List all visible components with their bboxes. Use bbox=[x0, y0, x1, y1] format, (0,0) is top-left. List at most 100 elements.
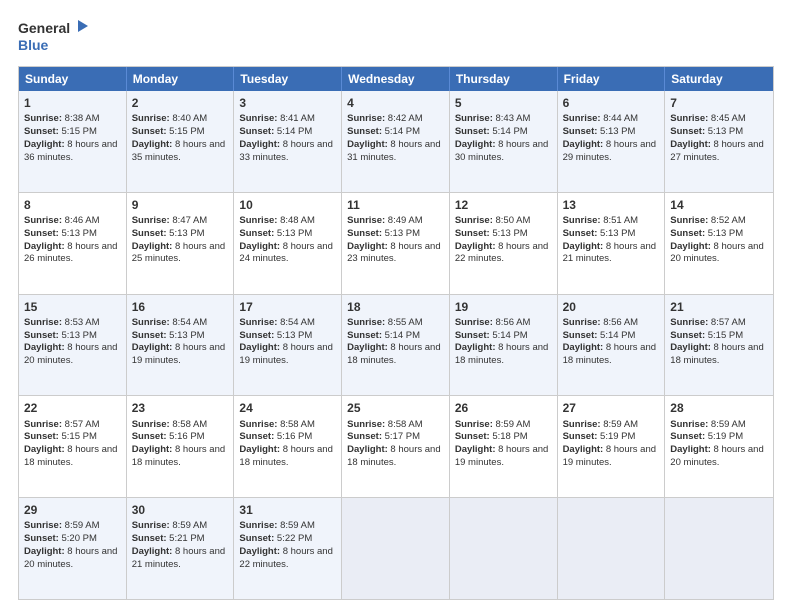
day-info-line: Daylight: 8 hours and 18 minutes. bbox=[24, 444, 121, 470]
day-info-line: Sunset: 5:13 PM bbox=[563, 126, 660, 139]
day-info-line: Sunrise: 8:58 AM bbox=[132, 419, 229, 432]
day-info-line: Daylight: 8 hours and 25 minutes. bbox=[132, 241, 229, 267]
day-number: 8 bbox=[24, 197, 121, 213]
day-info-line: Sunrise: 8:54 AM bbox=[239, 317, 336, 330]
day-number: 26 bbox=[455, 400, 552, 416]
day-info-line: Sunrise: 8:42 AM bbox=[347, 113, 444, 126]
day-info-line: Daylight: 8 hours and 18 minutes. bbox=[132, 444, 229, 470]
day-cell: 13Sunrise: 8:51 AMSunset: 5:13 PMDayligh… bbox=[558, 193, 666, 294]
day-info-line: Daylight: 8 hours and 22 minutes. bbox=[239, 546, 336, 572]
day-info-line: Sunrise: 8:56 AM bbox=[455, 317, 552, 330]
day-number: 4 bbox=[347, 95, 444, 111]
empty-cell bbox=[665, 498, 773, 599]
day-info-line: Sunset: 5:14 PM bbox=[347, 330, 444, 343]
calendar-week: 1Sunrise: 8:38 AMSunset: 5:15 PMDaylight… bbox=[19, 91, 773, 193]
day-number: 16 bbox=[132, 299, 229, 315]
day-cell: 28Sunrise: 8:59 AMSunset: 5:19 PMDayligh… bbox=[665, 396, 773, 497]
day-info-line: Sunset: 5:17 PM bbox=[347, 431, 444, 444]
day-info-line: Sunrise: 8:59 AM bbox=[670, 419, 768, 432]
day-cell: 26Sunrise: 8:59 AMSunset: 5:18 PMDayligh… bbox=[450, 396, 558, 497]
day-info-line: Sunrise: 8:50 AM bbox=[455, 215, 552, 228]
day-info-line: Sunset: 5:13 PM bbox=[670, 228, 768, 241]
day-info-line: Daylight: 8 hours and 18 minutes. bbox=[670, 342, 768, 368]
day-cell: 9Sunrise: 8:47 AMSunset: 5:13 PMDaylight… bbox=[127, 193, 235, 294]
day-number: 5 bbox=[455, 95, 552, 111]
day-number: 28 bbox=[670, 400, 768, 416]
day-info-line: Sunset: 5:13 PM bbox=[239, 330, 336, 343]
day-number: 19 bbox=[455, 299, 552, 315]
day-cell: 21Sunrise: 8:57 AMSunset: 5:15 PMDayligh… bbox=[665, 295, 773, 396]
day-info-line: Sunset: 5:13 PM bbox=[24, 330, 121, 343]
day-info-line: Daylight: 8 hours and 20 minutes. bbox=[670, 444, 768, 470]
day-info-line: Daylight: 8 hours and 18 minutes. bbox=[239, 444, 336, 470]
day-info-line: Daylight: 8 hours and 33 minutes. bbox=[239, 139, 336, 165]
day-info-line: Sunrise: 8:47 AM bbox=[132, 215, 229, 228]
day-info-line: Daylight: 8 hours and 29 minutes. bbox=[563, 139, 660, 165]
day-info-line: Sunset: 5:13 PM bbox=[563, 228, 660, 241]
day-info-line: Sunrise: 8:46 AM bbox=[24, 215, 121, 228]
day-cell: 4 Sunrise: 8:42 AMSunset: 5:14 PMDaylight… bbox=[342, 91, 450, 192]
day-cell: 20Sunrise: 8:56 AMSunset: 5:14 PMDayligh… bbox=[558, 295, 666, 396]
day-cell: 15Sunrise: 8:53 AMSunset: 5:13 PMDayligh… bbox=[19, 295, 127, 396]
day-info-line: Sunrise: 8:59 AM bbox=[455, 419, 552, 432]
day-info-line: Sunrise: 8:58 AM bbox=[347, 419, 444, 432]
day-cell: 7Sunrise: 8:45 AMSunset: 5:13 PMDaylight… bbox=[665, 91, 773, 192]
day-info-line: Sunset: 5:13 PM bbox=[24, 228, 121, 241]
day-info-line: Daylight: 8 hours and 27 minutes. bbox=[670, 139, 768, 165]
day-info-line: Daylight: 8 hours and 18 minutes. bbox=[347, 444, 444, 470]
day-info-line: Sunrise: 8:45 AM bbox=[670, 113, 768, 126]
day-number: 7 bbox=[670, 95, 768, 111]
calendar-week: 29Sunrise: 8:59 AMSunset: 5:20 PMDayligh… bbox=[19, 498, 773, 599]
day-info-line: Daylight: 8 hours and 19 minutes. bbox=[563, 444, 660, 470]
day-number: 15 bbox=[24, 299, 121, 315]
day-info-line: Sunset: 5:14 PM bbox=[563, 330, 660, 343]
day-info-line: Sunset: 5:13 PM bbox=[132, 228, 229, 241]
day-number: 2 bbox=[132, 95, 229, 111]
day-info-line: Sunset: 5:13 PM bbox=[239, 228, 336, 241]
day-info-line: Sunrise: 8:54 AM bbox=[132, 317, 229, 330]
day-number: 21 bbox=[670, 299, 768, 315]
day-info-line: Sunrise: 8:55 AM bbox=[347, 317, 444, 330]
day-info-line: Sunrise: 8:59 AM bbox=[563, 419, 660, 432]
weekday-header: Tuesday bbox=[234, 67, 342, 91]
day-cell: 3Sunrise: 8:41 AMSunset: 5:14 PMDaylight… bbox=[234, 91, 342, 192]
day-cell: 27Sunrise: 8:59 AMSunset: 5:19 PMDayligh… bbox=[558, 396, 666, 497]
day-info-line: Sunrise: 8:44 AM bbox=[563, 113, 660, 126]
day-info-line: Daylight: 8 hours and 35 minutes. bbox=[132, 139, 229, 165]
day-info-line: Sunset: 5:15 PM bbox=[24, 431, 121, 444]
weekday-header: Sunday bbox=[19, 67, 127, 91]
day-info-line: Daylight: 8 hours and 18 minutes. bbox=[563, 342, 660, 368]
day-info-line: Sunrise: 8:59 AM bbox=[132, 520, 229, 533]
day-cell: 2Sunrise: 8:40 AMSunset: 5:15 PMDaylight… bbox=[127, 91, 235, 192]
day-info-line: Daylight: 8 hours and 19 minutes. bbox=[239, 342, 336, 368]
svg-text:General: General bbox=[18, 20, 70, 36]
day-cell: 5Sunrise: 8:43 AMSunset: 5:14 PMDaylight… bbox=[450, 91, 558, 192]
day-info-line: Daylight: 8 hours and 31 minutes. bbox=[347, 139, 444, 165]
empty-cell bbox=[558, 498, 666, 599]
day-info-line: Sunset: 5:14 PM bbox=[347, 126, 444, 139]
day-info-line: Sunrise: 8:52 AM bbox=[670, 215, 768, 228]
day-info-line: Sunset: 5:16 PM bbox=[132, 431, 229, 444]
calendar-week: 8Sunrise: 8:46 AMSunset: 5:13 PMDaylight… bbox=[19, 193, 773, 295]
header: General Blue bbox=[18, 18, 774, 56]
day-info-line: Sunset: 5:14 PM bbox=[239, 126, 336, 139]
day-info-line: Daylight: 8 hours and 26 minutes. bbox=[24, 241, 121, 267]
day-cell: 29Sunrise: 8:59 AMSunset: 5:20 PMDayligh… bbox=[19, 498, 127, 599]
day-number: 24 bbox=[239, 400, 336, 416]
weekday-header: Wednesday bbox=[342, 67, 450, 91]
day-number: 29 bbox=[24, 502, 121, 518]
day-info-line: Daylight: 8 hours and 19 minutes. bbox=[455, 444, 552, 470]
day-number: 17 bbox=[239, 299, 336, 315]
day-info-line: Sunset: 5:19 PM bbox=[563, 431, 660, 444]
day-number: 30 bbox=[132, 502, 229, 518]
day-cell: 25 Sunrise: 8:58 AMSunset: 5:17 PMDayligh… bbox=[342, 396, 450, 497]
day-number: 13 bbox=[563, 197, 660, 213]
day-info-line: Sunrise: 8:58 AM bbox=[239, 419, 336, 432]
day-info-line: Sunrise: 8:48 AM bbox=[239, 215, 336, 228]
day-number: 25 bbox=[347, 400, 444, 416]
logo: General Blue bbox=[18, 18, 88, 56]
day-info-line: Sunrise: 8:51 AM bbox=[563, 215, 660, 228]
day-cell: 8 Sunrise: 8:46 AMSunset: 5:13 PMDaylight… bbox=[19, 193, 127, 294]
day-cell: 12Sunrise: 8:50 AMSunset: 5:13 PMDayligh… bbox=[450, 193, 558, 294]
day-info-line: Sunrise: 8:57 AM bbox=[24, 419, 121, 432]
